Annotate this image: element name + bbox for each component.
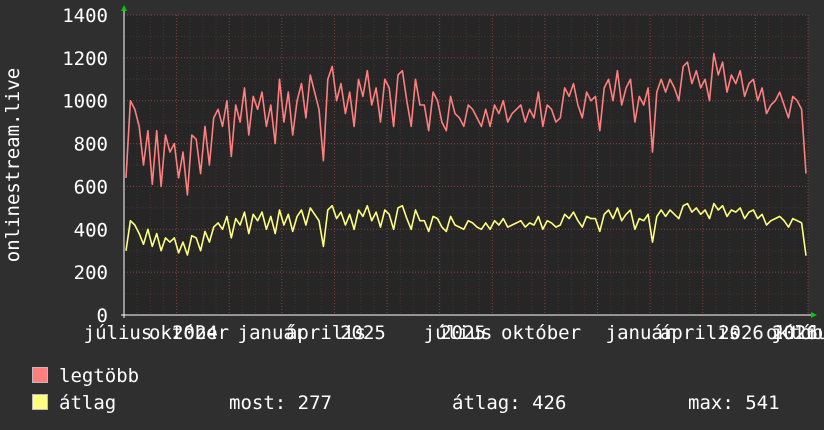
x-tick-label: 2026 — [718, 322, 764, 344]
x-tick-label: október — [501, 322, 581, 344]
x-tick-label: 2024 — [172, 322, 218, 344]
x-axis-arrow-icon — [811, 312, 817, 318]
y-tick-label: 200 — [74, 262, 108, 284]
y-tick-label: 600 — [74, 176, 108, 198]
y-tick-label: 1000 — [62, 91, 108, 113]
y-tick-label: 1400 — [62, 5, 108, 27]
x-tick-label: 2025 — [440, 322, 486, 344]
y-tick-label: 800 — [74, 134, 108, 156]
x-tick-label: 2025 — [340, 322, 386, 344]
x-tick-label: július — [84, 322, 153, 344]
y-axis-ticks: 0200400600800100012001400 — [62, 5, 108, 327]
y-tick-label: 1200 — [62, 48, 108, 70]
legend-swatch-atlag — [32, 394, 48, 410]
stat-atlag: átlag: 426 — [452, 392, 567, 414]
x-tick-label: 2026 — [772, 322, 818, 344]
legend-label: legtöbb — [59, 365, 140, 387]
stat-max: max: 541 — [688, 392, 780, 414]
legend-swatch-legtobb — [32, 367, 48, 383]
legend-label: átlag — [59, 392, 117, 414]
y-axis-arrow-icon — [121, 5, 127, 11]
chart: 0200400600800100012001400 júliusoktóber2… — [2, 5, 824, 344]
y-axis-label: onlinestream.live — [2, 68, 24, 262]
x-axis-ticks: júliusoktóber2024 januáráprilis2025 július… — [84, 322, 824, 344]
stat-most: most: 277 — [229, 392, 332, 414]
y-tick-label: 400 — [74, 219, 108, 241]
